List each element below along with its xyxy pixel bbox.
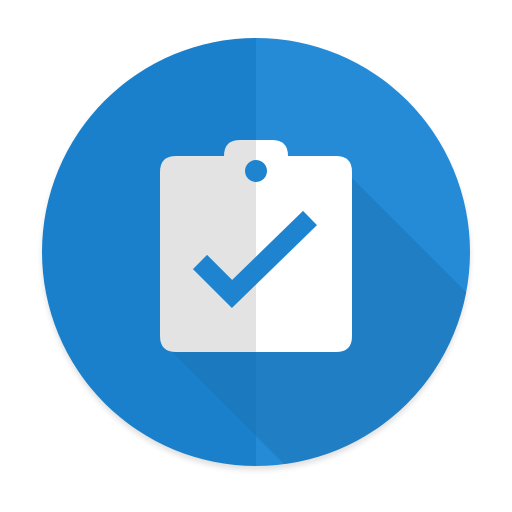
app-icon-canvas xyxy=(0,0,512,512)
clipboard xyxy=(160,140,352,352)
clipboard-clip-hole xyxy=(245,160,267,182)
clipboard-check-icon xyxy=(42,38,470,470)
clipboard-board-left xyxy=(160,156,256,352)
